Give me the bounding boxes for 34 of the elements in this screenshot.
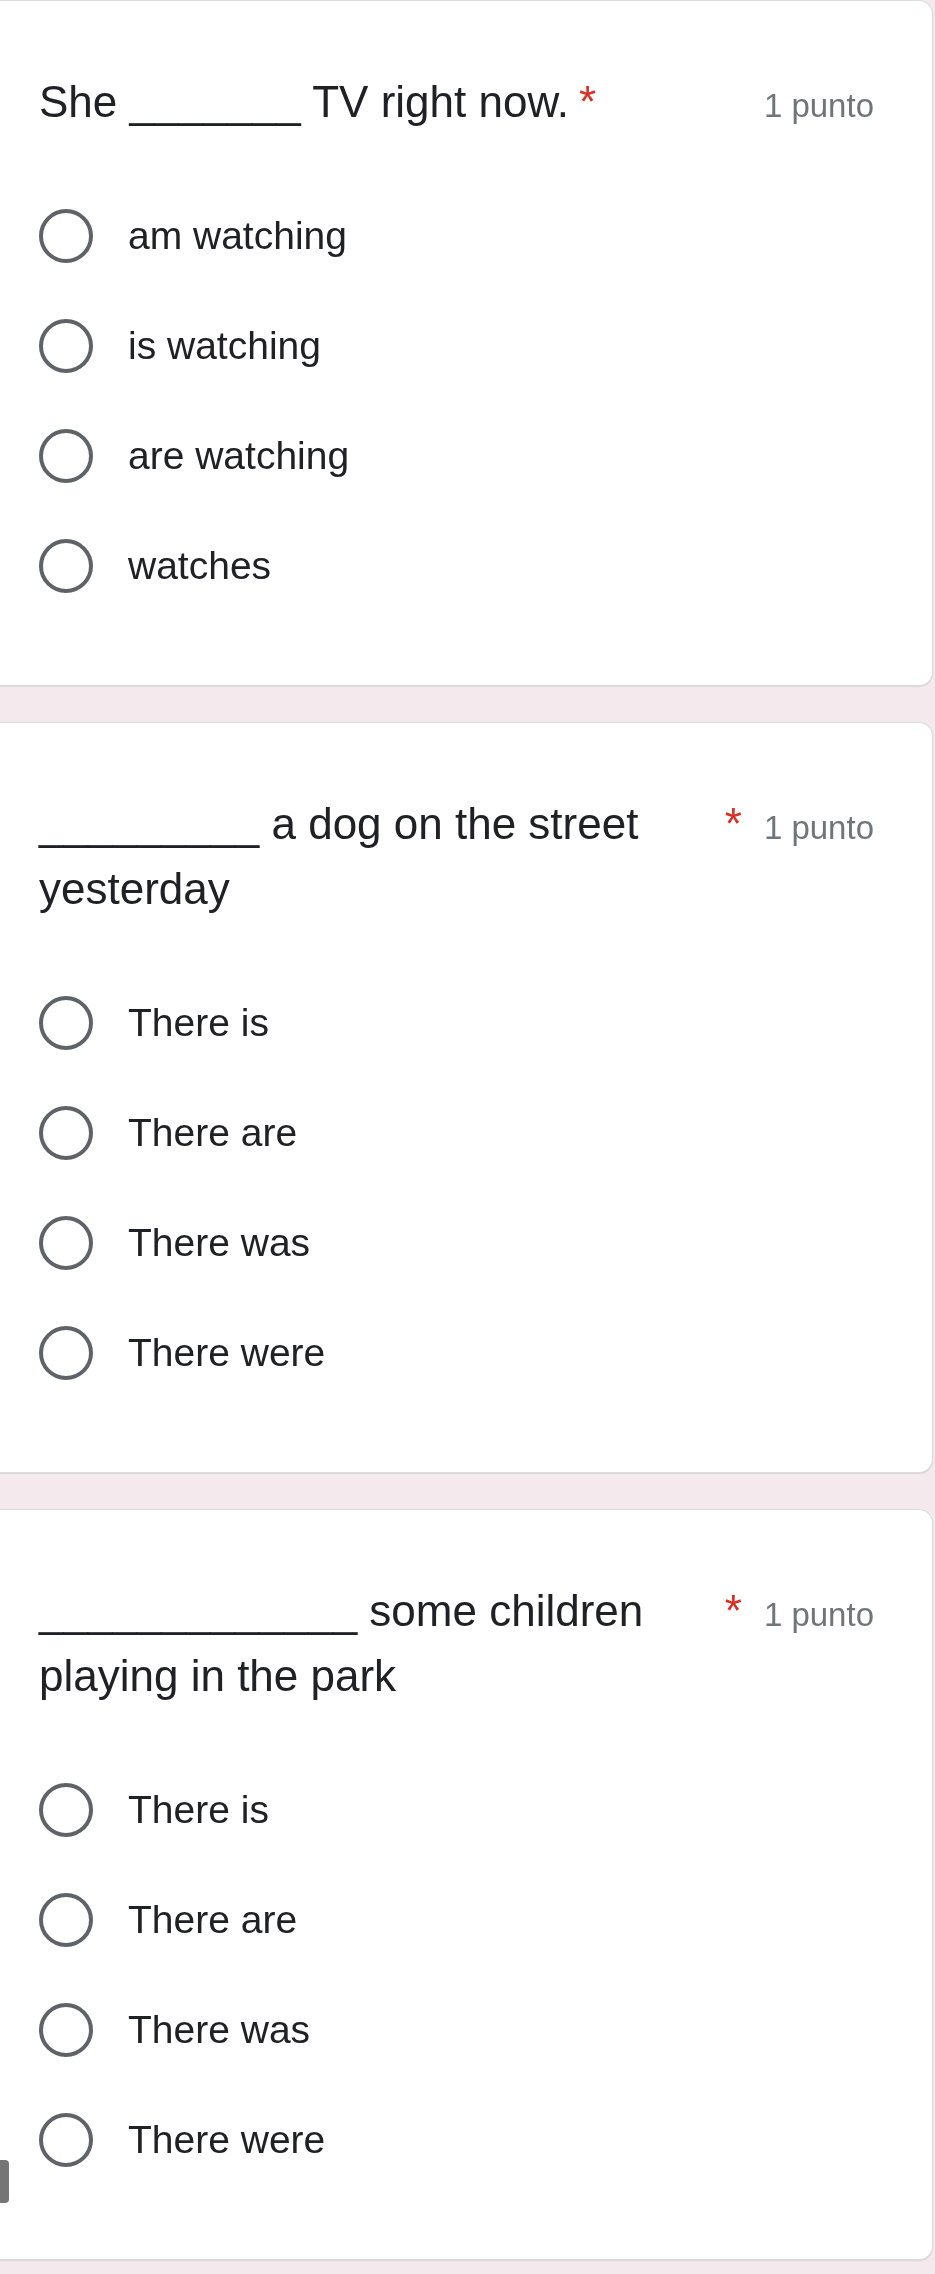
radio-icon[interactable]	[39, 996, 93, 1050]
radio-icon[interactable]	[39, 539, 93, 593]
answer-option[interactable]: are watching	[39, 429, 350, 483]
answer-option[interactable]: There was	[39, 2003, 311, 2057]
answer-option[interactable]: is watching	[39, 319, 321, 373]
answer-option[interactable]: watches	[39, 539, 272, 593]
edge-handle[interactable]	[0, 2160, 9, 2203]
radio-icon[interactable]	[39, 319, 93, 373]
question-text: _________ a dog on the street yesterday	[39, 798, 640, 915]
points-label: 1 punto	[763, 86, 874, 126]
radio-icon[interactable]	[39, 429, 93, 483]
question-text: She _______ TV right now.	[39, 76, 570, 128]
answer-option[interactable]: There was	[39, 1216, 311, 1270]
required-asterisk: *	[724, 1585, 742, 1637]
answer-option[interactable]: There are	[39, 1106, 298, 1160]
radio-icon[interactable]	[39, 209, 93, 263]
question-text: _____________ some children playing in the park	[39, 1585, 645, 1702]
radio-icon[interactable]	[39, 1783, 93, 1837]
radio-icon[interactable]	[39, 2003, 93, 2057]
answer-option[interactable]: There were	[39, 2113, 326, 2167]
radio-icon[interactable]	[39, 1893, 93, 1947]
required-asterisk: *	[579, 76, 597, 128]
radio-icon[interactable]	[39, 1106, 93, 1160]
required-asterisk: *	[724, 798, 742, 850]
answer-option[interactable]: There is	[39, 996, 269, 1050]
radio-icon[interactable]	[39, 1216, 93, 1270]
answer-option[interactable]: am watching	[39, 209, 347, 263]
points-label: 1 punto	[763, 1595, 874, 1635]
answer-option[interactable]: There were	[39, 1326, 326, 1380]
radio-icon[interactable]	[39, 1326, 93, 1380]
radio-icon[interactable]	[39, 2113, 93, 2167]
answer-option[interactable]: There are	[39, 1893, 298, 1947]
answer-option[interactable]: There is	[39, 1783, 269, 1837]
points-label: 1 punto	[763, 808, 874, 848]
